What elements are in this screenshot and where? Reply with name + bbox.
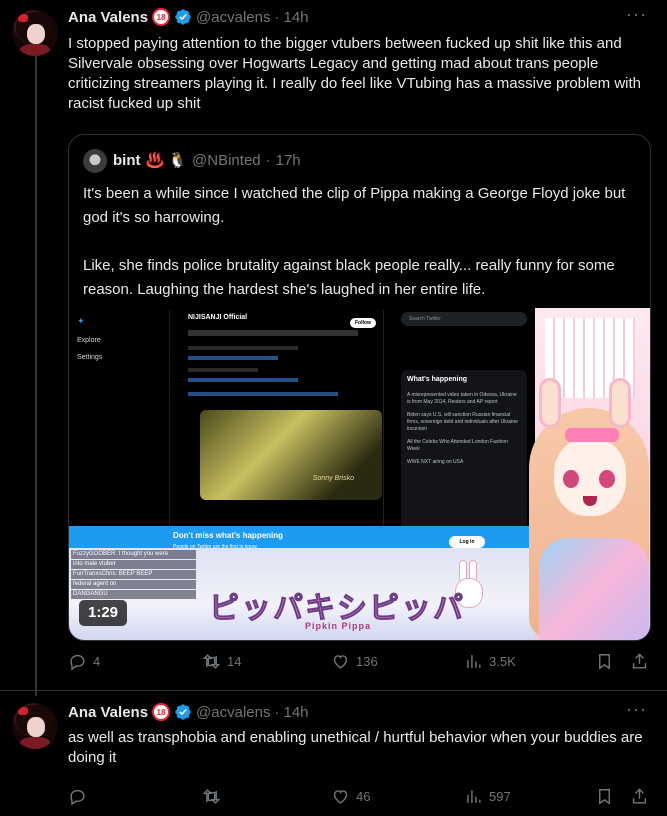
video-nav: ✦ Explore Settings — [77, 316, 167, 371]
video-account-name: NIJISANJI Official — [188, 314, 248, 321]
quoted-paragraph: It's been a while since I watched the cl… — [83, 185, 626, 226]
retweet-button[interactable]: 14 — [202, 652, 241, 671]
stream-logo-subtitle: Pipkin Pippa — [305, 621, 372, 631]
author-handle[interactable]: @acvalens — [196, 704, 270, 721]
tweet-text: as well as transphobia and enabling unet… — [68, 729, 643, 766]
retweet-count: 14 — [227, 654, 242, 669]
author-handle[interactable]: @acvalens — [196, 9, 270, 26]
view-count: 597 — [489, 789, 511, 804]
video-player[interactable]: ✦ Explore Settings NIJISANJI Official So… — [69, 308, 650, 640]
share-icon[interactable] — [630, 652, 649, 671]
quoted-tweet-header: bint ♨️ 🐧 @NBinted · 17h — [113, 151, 301, 170]
tweet-time[interactable]: 14h — [283, 704, 308, 721]
quoted-tweet-text: It's been a while since I watched the cl… — [83, 182, 638, 302]
vtuber-character — [509, 378, 650, 640]
heart-icon — [333, 655, 348, 669]
author-avatar[interactable] — [12, 10, 58, 56]
tweet[interactable]: Ana Valens 18 @acvalens · 14h ··· as wel… — [0, 690, 667, 816]
video-duration: 1:29 — [79, 600, 127, 626]
view-count: 3.5K — [489, 654, 516, 669]
video-stream-chat: FuzzyGOOBER: I thought you were into mal… — [71, 550, 196, 600]
adult-content-badge-icon: 18 — [152, 8, 171, 26]
retweet-icon — [202, 654, 221, 669]
more-options-icon[interactable]: ··· — [626, 4, 647, 25]
chat-line: federal agent on — [71, 580, 196, 589]
chat-line: DANGANGU — [71, 590, 196, 599]
tweet[interactable]: Ana Valens 18 @acvalens · 14h ··· I stop… — [0, 0, 667, 696]
author-name[interactable]: Ana Valens — [68, 9, 148, 26]
dot-separator: · — [274, 8, 280, 26]
heart-icon — [333, 790, 348, 804]
chat-line: FunTranxsChris: BEEP BEEP — [71, 570, 196, 579]
like-button[interactable]: 136 — [331, 652, 378, 671]
like-button[interactable]: 46 — [331, 787, 370, 806]
verified-badge-icon[interactable] — [174, 703, 192, 721]
tweet-actions: 4 14 136 3.5K — [68, 652, 651, 676]
video-embedded-twitter: ✦ Explore Settings NIJISANJI Official So… — [69, 308, 539, 558]
quoted-tweet-time[interactable]: 17h — [276, 152, 301, 169]
reply-icon — [70, 654, 85, 671]
reply-button[interactable] — [68, 787, 93, 806]
views-icon — [467, 655, 481, 668]
bookmark-icon[interactable] — [595, 787, 614, 806]
quoted-author-handle[interactable]: @NBinted — [192, 152, 261, 169]
quoted-author-name[interactable]: bint — [113, 152, 141, 169]
share-icon[interactable] — [630, 787, 649, 806]
reply-icon — [70, 789, 85, 806]
reply-count: 4 — [93, 654, 101, 669]
adult-content-badge-icon: 18 — [152, 703, 171, 721]
video-search-box: Search Twitter — [401, 312, 527, 326]
video-login-button: Log in — [449, 536, 485, 548]
quoted-paragraph — [83, 230, 638, 254]
dot-separator: · — [274, 703, 280, 721]
video-banner-title: Don't miss what's happening — [173, 531, 284, 540]
author-name[interactable]: Ana Valens — [68, 704, 148, 721]
video-card-image: Sonny Brisko — [200, 410, 382, 500]
tweet-text: I stopped paying attention to the bigger… — [68, 35, 642, 112]
tweet-time[interactable]: 14h — [283, 9, 308, 26]
video-nav-explore: Explore — [77, 337, 101, 344]
like-count: 46 — [356, 789, 371, 804]
verified-badge-icon[interactable] — [174, 8, 192, 26]
video-nav-settings: Settings — [77, 354, 103, 361]
tweet-header: Ana Valens 18 @acvalens · 14h — [68, 703, 309, 721]
quoted-paragraph: Like, she finds police brutality against… — [83, 257, 615, 298]
quoted-tweet[interactable]: bint ♨️ 🐧 @NBinted · 17h It's been a whi… — [68, 134, 651, 641]
tweet-header: Ana Valens 18 @acvalens · 14h — [68, 8, 309, 26]
more-options-icon[interactable]: ··· — [626, 699, 647, 720]
tweet-actions: 46 597 — [68, 787, 651, 811]
thread-line — [35, 56, 37, 696]
quoted-author-emoji: ♨️ 🐧 — [145, 152, 188, 169]
video-feed: NIJISANJI Official Sonny Brisko Follow — [169, 310, 384, 525]
twitter-bird-icon: ✦ — [77, 316, 85, 326]
reply-button[interactable]: 4 — [68, 652, 100, 671]
chat-line: FuzzyGOOBER: I thought you were — [71, 550, 196, 559]
video-card-caption: Sonny Brisko — [312, 475, 354, 482]
chat-line: into male vtuber — [71, 560, 196, 569]
dot-separator: · — [265, 151, 271, 169]
author-avatar[interactable] — [12, 703, 58, 749]
bookmark-icon[interactable] — [595, 652, 614, 671]
retweet-icon — [202, 789, 221, 804]
views-button[interactable]: 3.5K — [464, 652, 516, 671]
like-count: 136 — [356, 654, 378, 669]
views-button[interactable]: 597 — [464, 787, 511, 806]
views-icon — [467, 790, 481, 803]
quoted-author-avatar[interactable] — [83, 149, 107, 173]
retweet-button[interactable] — [202, 787, 227, 806]
video-follow-button: Follow — [350, 318, 376, 328]
